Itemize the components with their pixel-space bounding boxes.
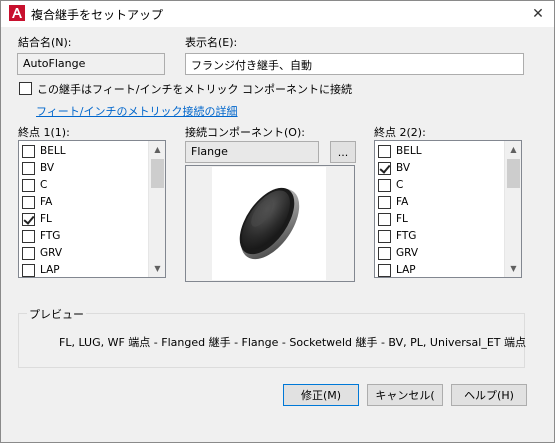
list-item-checkbox[interactable] — [22, 179, 35, 192]
help-button[interactable]: ヘルプ(H) — [451, 384, 527, 406]
scroll-up-icon[interactable]: ▲ — [505, 141, 521, 158]
list-item-checkbox[interactable] — [378, 230, 391, 243]
list-item-label: FTG — [40, 230, 61, 242]
scroll-up-icon[interactable]: ▲ — [149, 141, 165, 158]
list-item[interactable]: LAP — [375, 262, 504, 277]
flange-icon — [239, 187, 300, 260]
preview-canvas — [212, 167, 326, 280]
list-item-label: FL — [396, 213, 408, 225]
list-item-checkbox[interactable] — [22, 230, 35, 243]
list-item[interactable]: GRV — [375, 245, 504, 262]
list-item-label: BV — [396, 162, 411, 174]
list-item[interactable]: C — [19, 177, 148, 194]
list-item[interactable]: FA — [19, 194, 148, 211]
scroll-down-icon[interactable]: ▼ — [149, 260, 165, 277]
list-item-checkbox[interactable] — [378, 179, 391, 192]
preview-group-title: プレビュー — [27, 306, 86, 322]
list-item-checkbox[interactable] — [22, 162, 35, 175]
end1-scrollbar[interactable]: ▲ ▼ — [148, 141, 165, 277]
end1-scroll-thumb[interactable] — [151, 159, 164, 188]
preview-description: FL, LUG, WF 端点 - Flanged 継手 - Flange - S… — [59, 336, 526, 349]
component-preview-image — [185, 165, 355, 282]
end2-listbox[interactable]: BELL BV C FA FL FTG GRV LAP ▲ ▼ — [374, 140, 522, 278]
cancel-button[interactable]: キャンセル( — [367, 384, 443, 406]
component-field[interactable]: Flange — [185, 141, 319, 163]
display-name-label: 表示名(E): — [185, 36, 238, 49]
list-item-checkbox[interactable] — [378, 162, 391, 175]
list-item[interactable]: C — [375, 177, 504, 194]
list-item[interactable]: BV — [375, 160, 504, 177]
dialog-window: 複合継手をセットアップ ✕ 結合名(N): AutoFlange 表示名(E):… — [0, 0, 555, 443]
dialog-title: 複合継手をセットアップ — [31, 8, 164, 22]
close-button[interactable]: ✕ — [528, 4, 548, 24]
list-item-label: C — [396, 179, 404, 191]
list-item-label: LAP — [396, 264, 416, 276]
list-item-label: LAP — [40, 264, 60, 276]
autocad-app-icon — [9, 5, 25, 21]
list-item[interactable]: FL — [19, 211, 148, 228]
metric-connection-checkbox[interactable] — [19, 82, 32, 95]
list-item[interactable]: BELL — [19, 143, 148, 160]
end2-scrollbar[interactable]: ▲ ▼ — [504, 141, 521, 277]
list-item-checkbox[interactable] — [378, 264, 391, 277]
join-name-input[interactable]: AutoFlange — [17, 53, 165, 75]
component-label: 接続コンポーネント(O): — [185, 126, 305, 139]
list-item-checkbox[interactable] — [378, 213, 391, 226]
join-name-label: 結合名(N): — [18, 36, 72, 49]
list-item[interactable]: GRV — [19, 245, 148, 262]
list-item-label: C — [40, 179, 48, 191]
list-item[interactable]: BV — [19, 160, 148, 177]
list-item[interactable]: FTG — [375, 228, 504, 245]
metric-connection-label: この継手はフィート/インチをメトリック コンポーネントに接続 — [37, 83, 352, 96]
end1-items: BELL BV C FA FL FTG GRV LAP — [19, 143, 148, 277]
list-item-checkbox[interactable] — [22, 145, 35, 158]
list-item-checkbox[interactable] — [378, 247, 391, 260]
list-item[interactable]: FA — [375, 194, 504, 211]
browse-component-button[interactable]: ... — [330, 141, 356, 163]
list-item-checkbox[interactable] — [22, 213, 35, 226]
list-item-label: FTG — [396, 230, 417, 242]
close-icon: ✕ — [532, 6, 544, 22]
list-item-label: GRV — [40, 247, 63, 259]
metric-connection-details-link[interactable]: フィート/インチのメトリック接続の詳細 — [36, 103, 238, 119]
end2-label: 終点 2(2): — [374, 126, 426, 139]
list-item-label: FA — [396, 196, 409, 208]
list-item-label: BV — [40, 162, 55, 174]
end1-listbox[interactable]: BELL BV C FA FL FTG GRV LAP ▲ ▼ — [18, 140, 166, 278]
list-item-label: GRV — [396, 247, 419, 259]
scroll-down-icon[interactable]: ▼ — [505, 260, 521, 277]
end2-items: BELL BV C FA FL FTG GRV LAP — [375, 143, 504, 277]
list-item-checkbox[interactable] — [22, 264, 35, 277]
list-item-label: BELL — [40, 145, 66, 157]
list-item-label: FA — [40, 196, 53, 208]
list-item-checkbox[interactable] — [22, 196, 35, 209]
list-item-label: BELL — [396, 145, 422, 157]
list-item-checkbox[interactable] — [22, 247, 35, 260]
list-item-label: FL — [40, 213, 52, 225]
list-item[interactable]: FTG — [19, 228, 148, 245]
list-item[interactable]: BELL — [375, 143, 504, 160]
list-item-checkbox[interactable] — [378, 196, 391, 209]
display-name-input[interactable]: フランジ付き継手、自動 — [185, 53, 524, 75]
modify-button[interactable]: 修正(M) — [283, 384, 359, 406]
title-bar: 複合継手をセットアップ ✕ — [1, 1, 554, 27]
list-item[interactable]: LAP — [19, 262, 148, 277]
list-item[interactable]: FL — [375, 211, 504, 228]
end2-scroll-thumb[interactable] — [507, 159, 520, 188]
end1-label: 終点 1(1): — [18, 126, 70, 139]
list-item-checkbox[interactable] — [378, 145, 391, 158]
